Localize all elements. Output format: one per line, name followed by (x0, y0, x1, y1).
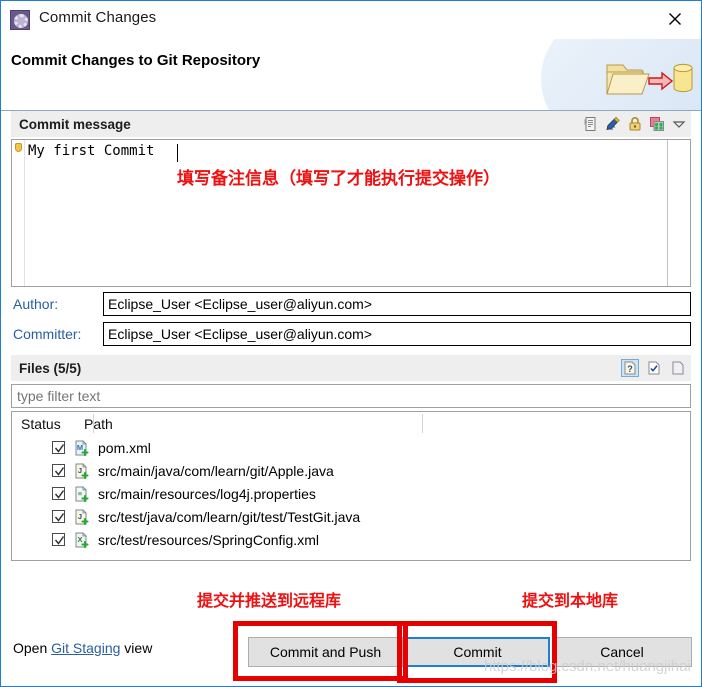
svg-text:?: ? (627, 364, 633, 374)
committer-field[interactable] (103, 322, 691, 346)
insert-signed-off-by-icon[interactable] (583, 116, 599, 132)
filter-input[interactable] (11, 384, 691, 408)
insert-change-id-icon[interactable] (605, 116, 621, 132)
column-separator[interactable] (93, 414, 94, 433)
row-checkbox[interactable] (52, 441, 65, 454)
column-header-status: Status (21, 415, 61, 432)
files-table-header: Status Path (12, 412, 690, 436)
file-path: pom.xml (98, 439, 151, 456)
file-path: src/test/resources/SpringConfig.xml (98, 531, 319, 548)
column-header-path: Path (84, 415, 113, 432)
table-row[interactable]: Jsrc/main/java/com/learn/git/Apple.java (12, 459, 690, 482)
commit-message-toolbar (583, 111, 687, 137)
title-bar: Commit Changes (1, 1, 701, 39)
table-row[interactable]: Mpom.xml (12, 436, 690, 459)
table-row[interactable]: Xsrc/test/resources/SpringConfig.xml (12, 528, 690, 551)
select-all-icon[interactable] (645, 359, 663, 377)
add-change-id-icon[interactable] (649, 116, 665, 132)
row-checkbox[interactable] (52, 533, 65, 546)
author-field[interactable] (103, 292, 691, 316)
row-checkbox[interactable] (52, 487, 65, 500)
chevron-down-icon[interactable] (671, 116, 687, 132)
margin-ruler (667, 140, 668, 286)
svg-text:≡: ≡ (78, 489, 83, 498)
committer-row: Committer: (11, 321, 691, 347)
annotation-push-hint: 提交并推送到远程库 (197, 593, 342, 610)
files-table: Status Path Mpom.xml Jsrc/main/java/com/l… (11, 411, 691, 561)
dialog-body: Commit message My first Commit Author: E… (1, 111, 701, 561)
page-title: Commit Changes to Git Repository (11, 52, 261, 69)
xml-file-added-icon: X (74, 531, 90, 548)
files-section-header: Files (5/5) ? (11, 355, 691, 381)
commit-message-section-header: Commit message (11, 111, 691, 137)
commit-marker-icon (15, 143, 22, 152)
cancel-button[interactable]: Cancel (552, 637, 692, 667)
git-staging-link[interactable]: Git Staging (51, 640, 120, 656)
properties-file-added-icon: ≡ (74, 485, 90, 502)
row-checkbox[interactable] (52, 464, 65, 477)
dialog-header-banner: Commit Changes to Git Repository (1, 39, 701, 111)
window-title: Commit Changes (39, 9, 157, 26)
maven-xml-file-added-icon: M (74, 439, 90, 456)
open-git-staging-row: Open Git Staging view (13, 640, 152, 656)
files-row-container: Mpom.xml Jsrc/main/java/com/learn/git/App… (12, 436, 690, 551)
close-icon[interactable] (653, 3, 697, 35)
deselect-all-icon[interactable] (669, 359, 687, 377)
commit-and-push-button[interactable]: Commit and Push (248, 637, 403, 667)
open-prefix: Open (13, 640, 52, 656)
commit-message-editor[interactable]: My first Commit (11, 139, 691, 287)
files-label: Files (5/5) (19, 360, 82, 376)
row-checkbox[interactable] (52, 510, 65, 523)
table-row[interactable]: Jsrc/test/java/com/learn/git/test/TestGi… (12, 505, 690, 528)
commit-changes-dialog: Commit Changes Commit Changes to Git Rep… (0, 0, 702, 687)
column-separator[interactable] (422, 414, 423, 433)
amend-previous-commit-icon[interactable] (627, 116, 643, 132)
author-label: Author: (13, 296, 59, 312)
svg-text:J: J (78, 512, 82, 521)
svg-text:M: M (77, 443, 83, 452)
file-path: src/main/resources/log4j.properties (98, 485, 316, 502)
java-file-added-icon: J (74, 462, 90, 479)
commit-message-text-area[interactable]: My first Commit (25, 140, 690, 286)
commit-changes-icon (10, 10, 30, 30)
svg-text:J: J (78, 466, 82, 475)
show-untracked-files-icon[interactable]: ? (621, 359, 639, 377)
editor-gutter (12, 140, 25, 286)
folder-to-repository-icon (606, 63, 693, 95)
file-path: src/test/java/com/learn/git/test/TestGit… (98, 508, 361, 525)
commit-message-label: Commit message (19, 116, 131, 132)
table-row[interactable]: ≡ src/main/resources/log4j.properties (12, 482, 690, 505)
files-toolbar: ? (621, 355, 687, 381)
java-file-added-icon: J (74, 508, 90, 525)
text-caret (177, 144, 178, 162)
annotation-local-hint: 提交到本地库 (522, 593, 619, 610)
commit-message-value: My first Commit (28, 143, 155, 159)
commit-button[interactable]: Commit (405, 637, 550, 667)
gear-glyph (14, 14, 28, 28)
svg-text:X: X (77, 535, 82, 544)
committer-label: Committer: (13, 326, 82, 342)
open-suffix: view (120, 640, 153, 656)
author-row: Author: (11, 291, 691, 317)
file-path: src/main/java/com/learn/git/Apple.java (98, 462, 334, 479)
